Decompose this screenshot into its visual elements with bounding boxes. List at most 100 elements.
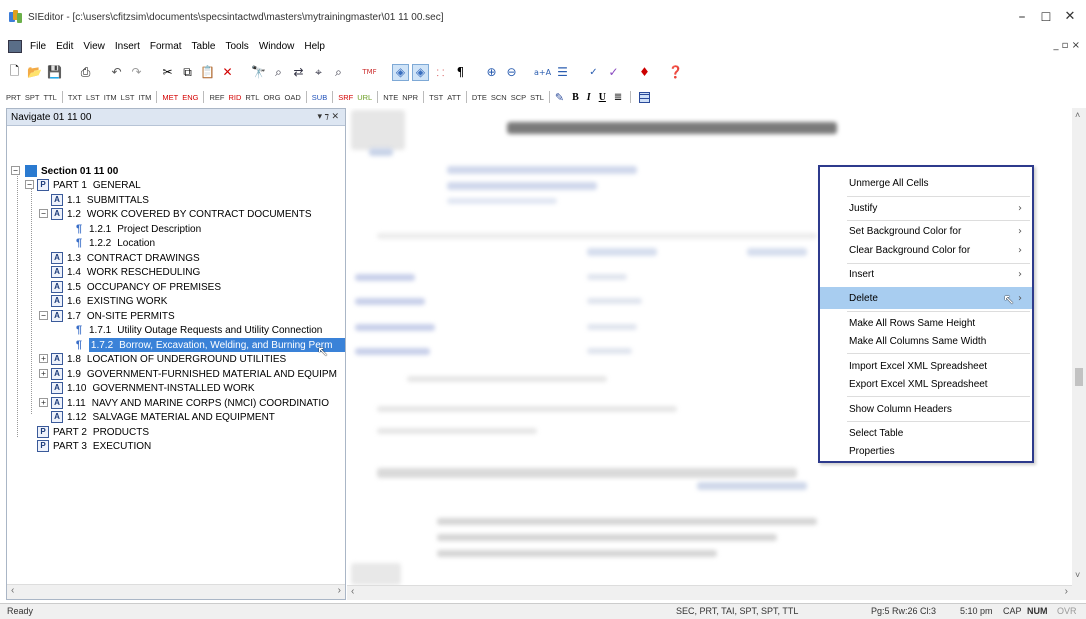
zoom-out-icon[interactable]: ⊖ bbox=[503, 64, 520, 81]
copy-icon[interactable]: ⧉ bbox=[179, 64, 196, 81]
tag-itm-sub-button[interactable]: ITM bbox=[138, 93, 151, 102]
print-icon[interactable]: ⎙ bbox=[77, 64, 94, 81]
menu-edit[interactable]: Edit bbox=[56, 41, 73, 52]
tree-item-1-7-2-selected[interactable]: ¶ 1.7.2 Borrow, Excavation, Welding, and… bbox=[73, 338, 345, 352]
menu-format[interactable]: Format bbox=[150, 41, 182, 52]
tree-item-1-11[interactable]: + A 1.11 NAVY AND MARINE CORPS (NMCI) CO… bbox=[39, 396, 329, 410]
bookmark-icon[interactable]: ♦ bbox=[636, 64, 653, 81]
redo-icon[interactable]: ↷ bbox=[128, 64, 145, 81]
tree-item-part1[interactable]: − P PART 1 GENERAL bbox=[25, 178, 141, 192]
underline-button[interactable]: U bbox=[599, 92, 606, 103]
tag-scn-button[interactable]: SCN bbox=[491, 93, 507, 102]
tag-tst-button[interactable]: TST bbox=[429, 93, 443, 102]
tag-met-button[interactable]: MET bbox=[162, 93, 178, 102]
tree-item-part3[interactable]: P PART 3 EXECUTION bbox=[37, 439, 151, 453]
replace-icon[interactable]: ⇄ bbox=[290, 64, 307, 81]
menu-item-clear-background-color[interactable]: Clear Background Color for › bbox=[820, 239, 1032, 261]
tree-item-1-7-1[interactable]: ¶ 1.7.1 Utility Outage Requests and Util… bbox=[73, 323, 322, 337]
font-size-icon[interactable]: a+A bbox=[534, 64, 551, 81]
menu-item-delete[interactable]: Delete › bbox=[820, 287, 1032, 309]
tree-item-1-2-1[interactable]: ¶ 1.2.1 Project Description bbox=[73, 222, 201, 236]
scroll-thumb[interactable] bbox=[1075, 368, 1083, 386]
show-tags-icon[interactable]: ◈ bbox=[392, 63, 409, 81]
tree-item-1-1[interactable]: A 1.1 SUBMITTALS bbox=[51, 193, 149, 207]
menu-table[interactable]: Table bbox=[192, 41, 216, 52]
find-tag-next-icon[interactable]: ⌕ bbox=[330, 64, 347, 81]
tag-lst-button[interactable]: LST bbox=[86, 93, 100, 102]
tree-item-1-4[interactable]: A 1.4 WORK RESCHEDULING bbox=[51, 265, 200, 279]
expand-icon[interactable]: + bbox=[39, 398, 48, 407]
tag-itm-button[interactable]: ITM bbox=[104, 93, 117, 102]
scroll-right-icon[interactable]: › bbox=[1065, 586, 1068, 597]
document-icon[interactable] bbox=[8, 39, 22, 53]
spell-check-icon[interactable]: ✓ bbox=[585, 64, 602, 81]
italic-button[interactable]: I bbox=[587, 92, 591, 103]
menu-tools[interactable]: Tools bbox=[225, 41, 248, 52]
tree-item-section[interactable]: − Section 01 11 00 bbox=[11, 164, 118, 178]
navigator-controls[interactable]: ▾ ⁊ ✕ bbox=[317, 111, 339, 122]
zoom-in-icon[interactable]: ⊕ bbox=[483, 64, 500, 81]
tag-prt-button[interactable]: PRT bbox=[6, 93, 21, 102]
menu-file[interactable]: File bbox=[30, 41, 46, 52]
tag-rtl-button[interactable]: RTL bbox=[245, 93, 259, 102]
menu-item-unmerge-all-cells[interactable]: Unmerge All Cells bbox=[820, 172, 1032, 194]
menu-item-insert[interactable]: Insert › bbox=[820, 263, 1032, 285]
tree-item-1-7[interactable]: − A 1.7 ON-SITE PERMITS bbox=[39, 309, 175, 323]
scroll-down-icon[interactable]: ˅ bbox=[1075, 570, 1080, 580]
menu-insert[interactable]: Insert bbox=[115, 41, 140, 52]
tag-dte-button[interactable]: DTE bbox=[472, 93, 487, 102]
undo-icon[interactable]: ↶ bbox=[108, 64, 125, 81]
tag-srf-button[interactable]: SRF bbox=[338, 93, 353, 102]
new-icon[interactable]: 🗋 bbox=[6, 64, 23, 81]
scroll-left-icon[interactable]: ‹ bbox=[351, 586, 354, 597]
tag-ttl-button[interactable]: TTL bbox=[43, 93, 56, 102]
tree-item-1-5[interactable]: A 1.5 OCCUPANCY OF PREMISES bbox=[51, 280, 221, 294]
scroll-left-icon[interactable]: ‹ bbox=[11, 585, 14, 596]
tag-lst-sub-button[interactable]: LST bbox=[121, 93, 135, 102]
justify-icon[interactable]: ≣ bbox=[614, 92, 622, 103]
tree-item-1-12[interactable]: A 1.12 SALVAGE MATERIAL AND EQUIPMENT bbox=[51, 410, 275, 424]
expand-icon[interactable]: + bbox=[39, 369, 48, 378]
tag-rid-button[interactable]: RID bbox=[228, 93, 241, 102]
save-icon[interactable]: 💾 bbox=[46, 64, 63, 81]
open-icon[interactable]: 📂 bbox=[26, 64, 43, 81]
scroll-right-icon[interactable]: › bbox=[338, 585, 341, 596]
menu-view[interactable]: View bbox=[83, 41, 105, 52]
minimize-button[interactable]: – bbox=[1011, 6, 1033, 28]
tag-stl-button[interactable]: STL bbox=[530, 93, 544, 102]
menu-item-same-column-width[interactable]: Make All Columns Same Width bbox=[820, 330, 1032, 352]
collapse-icon[interactable]: − bbox=[39, 209, 48, 218]
tag-ref-button[interactable]: REF bbox=[209, 93, 224, 102]
document-vertical-scrollbar[interactable]: ˄ ˅ bbox=[1072, 108, 1086, 600]
tree-item-part2[interactable]: P PART 2 PRODUCTS bbox=[37, 425, 149, 439]
cut-icon[interactable]: ✂ bbox=[159, 64, 176, 81]
scroll-up-icon[interactable]: ˄ bbox=[1075, 110, 1080, 120]
tag-spt-button[interactable]: SPT bbox=[25, 93, 40, 102]
grammar-check-icon[interactable]: ✓ bbox=[605, 64, 622, 81]
tree-item-1-9[interactable]: + A 1.9 GOVERNMENT-FURNISHED MATERIAL AN… bbox=[39, 367, 337, 381]
tag-npr-button[interactable]: NPR bbox=[402, 93, 418, 102]
menu-item-properties[interactable]: Properties bbox=[820, 440, 1032, 462]
list-icon[interactable]: ☰ bbox=[554, 64, 571, 81]
find-tag-icon[interactable]: ⌖ bbox=[310, 64, 327, 81]
tree-item-1-2-2[interactable]: ¶ 1.2.2 Location bbox=[73, 236, 155, 250]
paste-icon[interactable]: 📋 bbox=[199, 64, 216, 81]
menu-item-export-excel[interactable]: Export Excel XML Spreadsheet bbox=[820, 373, 1032, 395]
tag-oad-button[interactable]: OAD bbox=[285, 93, 301, 102]
tag-view-icon[interactable]: ⸬ bbox=[432, 64, 449, 81]
find-next-icon[interactable]: ⌕ bbox=[270, 64, 287, 81]
show-tags-alt-icon[interactable]: ◈ bbox=[412, 63, 429, 81]
document-horizontal-scrollbar[interactable]: ‹ › bbox=[347, 585, 1072, 600]
pencil-icon[interactable]: ✎ bbox=[555, 91, 564, 104]
tag-tmf-icon[interactable]: TMF bbox=[361, 64, 378, 81]
tag-url-button[interactable]: URL bbox=[357, 93, 372, 102]
tree-item-1-6[interactable]: A 1.6 EXISTING WORK bbox=[51, 294, 167, 308]
expand-icon[interactable]: + bbox=[39, 354, 48, 363]
tree-item-1-8[interactable]: + A 1.8 LOCATION OF UNDERGROUND UTILITIE… bbox=[39, 352, 286, 366]
tag-txt-button[interactable]: TXT bbox=[68, 93, 82, 102]
tree-item-1-10[interactable]: A 1.10 GOVERNMENT-INSTALLED WORK bbox=[51, 381, 255, 395]
tree-item-1-2[interactable]: − A 1.2 WORK COVERED BY CONTRACT DOCUMEN… bbox=[39, 207, 312, 221]
collapse-icon[interactable]: − bbox=[25, 180, 34, 189]
bold-button[interactable]: B bbox=[572, 92, 579, 103]
table-icon[interactable] bbox=[639, 91, 651, 103]
